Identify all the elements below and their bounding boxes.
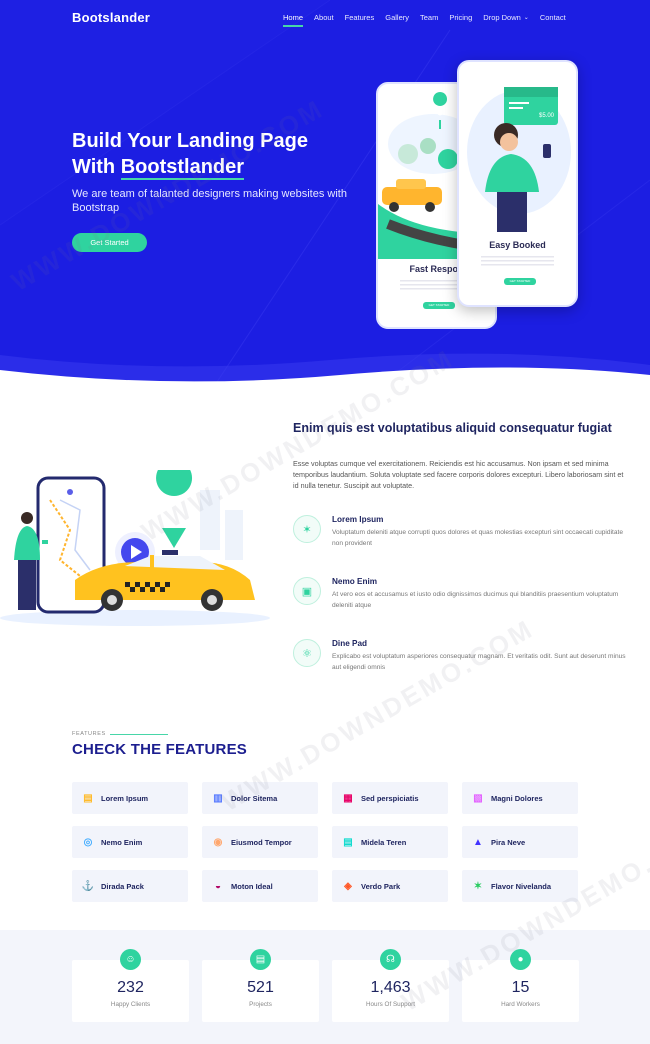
feature-card-label: Nemo Enim: [101, 837, 143, 847]
hero-title-highlight: Bootstlander: [120, 156, 245, 180]
nav-home[interactable]: Home: [283, 13, 304, 27]
taxi-app-illustration: [0, 470, 270, 626]
hero-subtitle: We are team of talanted designers making…: [72, 188, 347, 214]
nav-about[interactable]: About: [314, 13, 334, 22]
feature-card[interactable]: ⚓ Dirada Pack: [72, 870, 188, 902]
about-text: Esse voluptas cumque vel exercitationem.…: [293, 459, 624, 490]
feature-card-label: Magni Dolores: [491, 793, 543, 803]
stat-card: ● 15 Hard Workers: [462, 949, 579, 1022]
about-title: Enim quis est voluptatibus aliquid conse…: [293, 421, 612, 435]
features-label-divider: [110, 734, 168, 735]
nav-pricing[interactable]: Pricing: [449, 13, 472, 22]
stat-card: ▤ 521 Projects: [202, 949, 319, 1022]
nav-team[interactable]: Team: [420, 13, 438, 22]
nav-features[interactable]: Features: [345, 13, 375, 22]
store-icon: ▤: [83, 792, 93, 804]
feature-card-label: Sed perspiciatis: [361, 793, 419, 803]
feature-card-label: Eiusmod Tempor: [231, 837, 292, 847]
features-title: CHECK THE FEATURES: [72, 741, 247, 758]
stat-label: Hard Workers: [501, 1001, 540, 1008]
feature-card[interactable]: ▥ Dolor Sitema: [202, 782, 318, 814]
about-item-title: Lorem Ipsum: [332, 515, 384, 524]
feature-card-label: Lorem Ipsum: [101, 793, 149, 803]
gift-icon: ▣: [293, 577, 321, 605]
nav-contact[interactable]: Contact: [540, 13, 566, 22]
journal-icon: ▤: [250, 949, 271, 970]
features-section-label: FEATURES: [72, 731, 106, 737]
nav-dropdown-label: Drop Down: [483, 13, 521, 22]
about-item-text: Explicabo est voluptatum asperiores cons…: [332, 653, 626, 671]
database-icon: ◎: [83, 836, 93, 848]
fingerprint-icon: ✶: [293, 515, 321, 543]
get-started-button[interactable]: Get Started: [72, 233, 147, 252]
phone1-button: GET STARTED: [423, 302, 455, 309]
about-item: ⚛ Dine Pad Explicabo est voluptatum aspe…: [293, 639, 633, 679]
feature-card-label: Moton Ideal: [231, 881, 273, 891]
hero-section: Bootslander Home About Features Gallery …: [0, 0, 650, 385]
about-item-text: Voluptatum deleniti atque corrupti quos …: [332, 529, 624, 547]
phone2-price: $5.00: [539, 113, 555, 119]
hero-title: Build Your Landing Page With Bootstlande…: [72, 128, 372, 180]
file-list-icon: ▤: [343, 836, 353, 848]
hero-wave: [0, 353, 650, 385]
phone2-text-lines: [481, 256, 554, 266]
calendar-icon: ▦: [343, 792, 353, 804]
stat-number: 521: [247, 979, 274, 996]
stat-number: 232: [117, 979, 144, 996]
hero-title-prefix: With: [72, 156, 121, 178]
feature-card[interactable]: ▤ Lorem Ipsum: [72, 782, 188, 814]
stat-card: ☊ 1,463 Hours Of Support: [332, 949, 449, 1022]
phone2-button: GET STARTED: [504, 278, 536, 285]
about-item-title: Dine Pad: [332, 639, 368, 648]
about-item: ✶ Lorem Ipsum Voluptatum deleniti atque …: [293, 515, 633, 555]
stat-label: Happy Clients: [110, 1001, 151, 1008]
hero-title-line2: With Bootstlander: [72, 154, 372, 180]
feature-card[interactable]: ◎ Nemo Enim: [72, 826, 188, 858]
feature-card[interactable]: ▦ Sed perspiciatis: [332, 782, 448, 814]
fingerprint-icon: ✶: [473, 880, 483, 892]
feature-card-label: Flavor Nivelanda: [491, 881, 552, 891]
feature-card[interactable]: ▲ Pira Neve: [462, 826, 578, 858]
stat-card: ☺ 232 Happy Clients: [72, 949, 189, 1022]
nav-gallery[interactable]: Gallery: [385, 13, 409, 22]
feature-card[interactable]: ✶ Flavor Nivelanda: [462, 870, 578, 902]
feature-card-label: Dirada Pack: [101, 881, 144, 891]
feature-card[interactable]: ▧ Magni Dolores: [462, 782, 578, 814]
people-icon: ●: [510, 949, 531, 970]
chevron-down-icon: ⌄: [523, 15, 529, 21]
headset-icon: ☊: [380, 949, 401, 970]
stat-label: Hours Of Support: [366, 1001, 415, 1008]
stat-label: Projects: [249, 1001, 272, 1008]
anchor-icon: ⚓: [81, 880, 95, 892]
feature-card[interactable]: ◉ Eiusmod Tempor: [202, 826, 318, 858]
feature-card-label: Dolor Sitema: [231, 793, 278, 803]
feature-card[interactable]: ◒ Moton Ideal: [202, 870, 318, 902]
stat-number: 1,463: [370, 979, 411, 996]
price-tag-icon: ▲: [473, 836, 483, 848]
main-nav: Home About Features Gallery Team Pricing…: [283, 13, 577, 27]
atom-icon: ⚛: [293, 639, 321, 667]
feature-card[interactable]: ◈ Verdo Park: [332, 870, 448, 902]
gradienter-icon: ◉: [213, 836, 223, 848]
stat-number: 15: [511, 979, 530, 996]
about-item-title: Nemo Enim: [332, 577, 378, 586]
about-item: ▣ Nemo Enim At vero eos et accusamus et …: [293, 577, 633, 617]
phone-mockup-easy-booked: Easy Booked $5.00 GET STARTED: [457, 60, 578, 307]
feature-card[interactable]: ▤ Midela Teren: [332, 826, 448, 858]
smile-icon: ☺: [120, 949, 141, 970]
feature-card-label: Midela Teren: [361, 837, 407, 847]
booking-illustration: [467, 87, 571, 232]
feature-card-label: Verdo Park: [361, 881, 401, 891]
phone2-caption: Easy Booked: [489, 240, 546, 250]
feature-card-label: Pira Neve: [491, 837, 526, 847]
brand-logo[interactable]: Bootslander: [72, 10, 150, 25]
base-station-icon: ◈: [344, 880, 352, 892]
about-item-text: At vero eos et accusamus et iusto odio d…: [332, 591, 619, 609]
nav-dropdown[interactable]: Drop Down ⌄: [483, 13, 529, 22]
disc-icon: ◒: [214, 880, 222, 892]
bar-chart-icon: ▥: [213, 792, 223, 804]
paint-brush-icon: ▧: [473, 792, 483, 804]
hero-title-line1: Build Your Landing Page: [72, 130, 308, 152]
